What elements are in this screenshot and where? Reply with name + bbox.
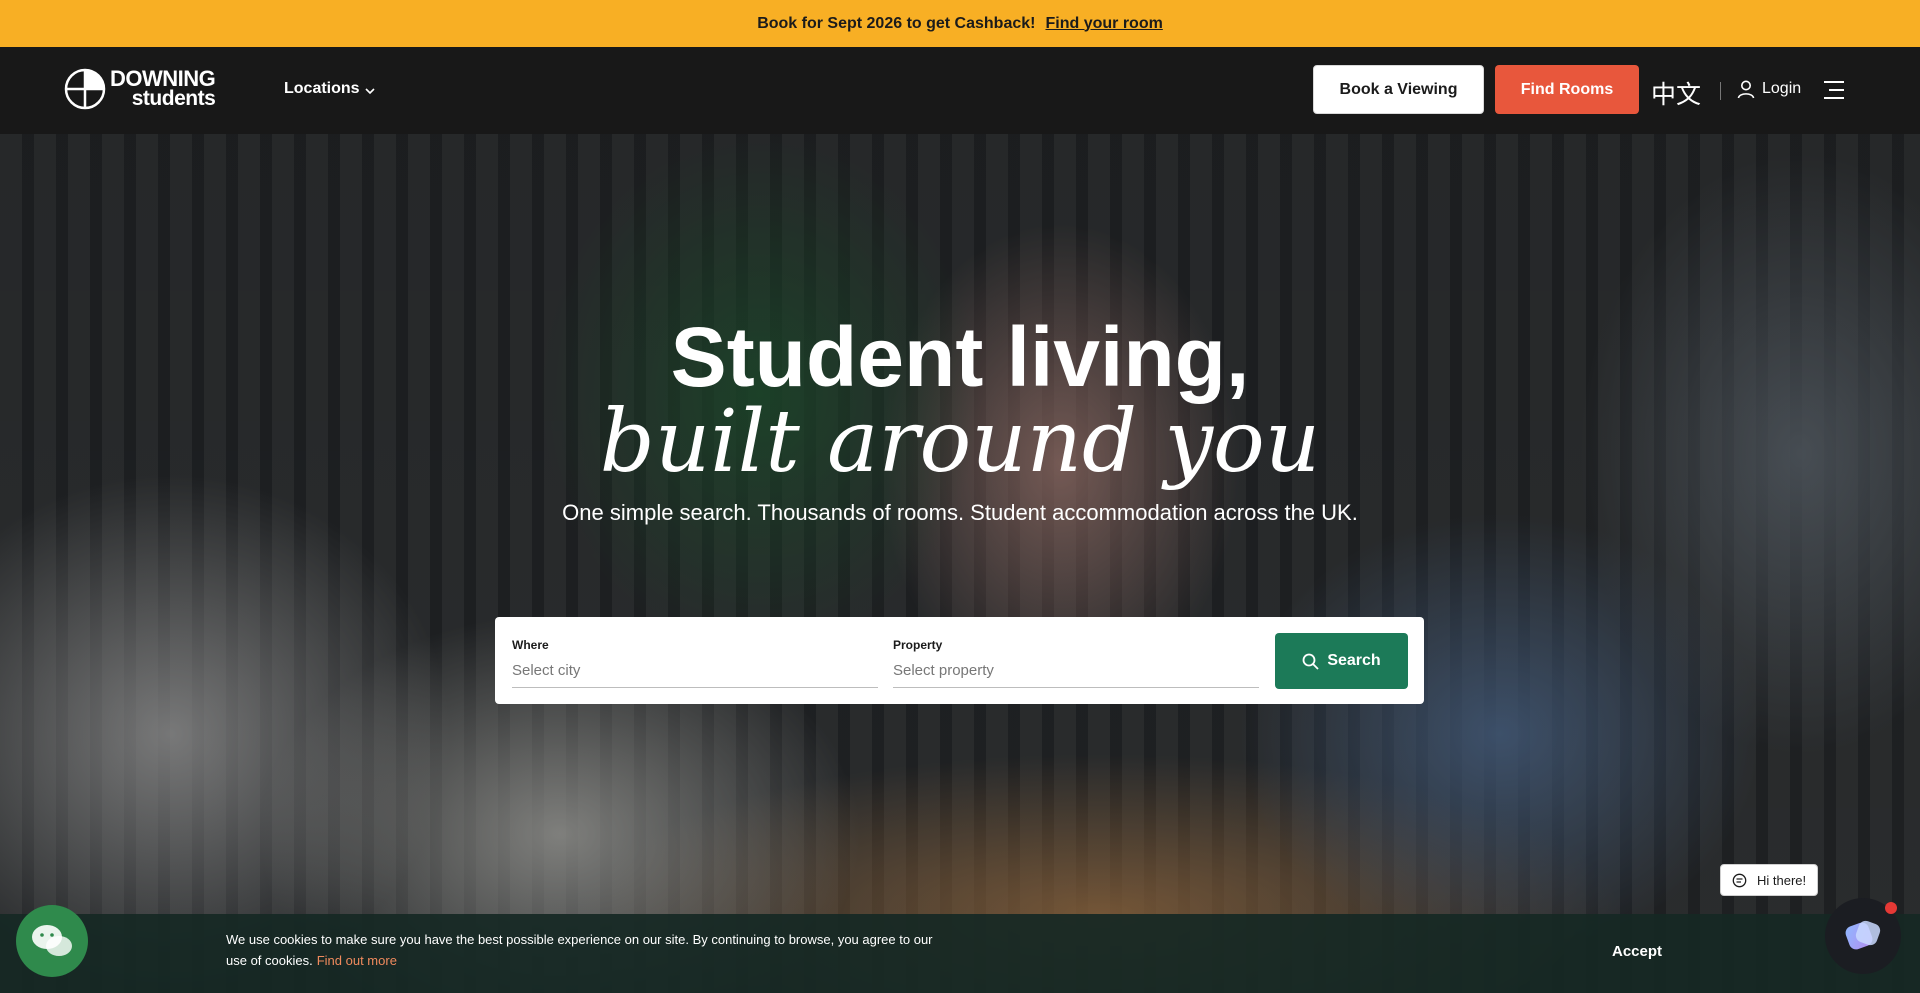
promo-text: Book for Sept 2026 to get Cashback! [757,14,1036,32]
login-label: Login [1762,80,1802,97]
property-field-group: Property [893,638,1259,688]
promo-bar: Book for Sept 2026 to get Cashback! Find… [0,0,1920,47]
chat-greeting-bubble[interactable]: Hi there! [1720,864,1819,896]
language-switch[interactable]: 中文 [1651,75,1701,111]
city-select-input[interactable] [512,658,878,688]
chat-launcher-button[interactable] [1825,898,1901,974]
search-button-label: Search [1327,652,1381,669]
notification-dot [1885,902,1897,914]
wechat-icon [32,925,72,956]
locations-menu[interactable]: Locations [284,80,375,98]
site-header: DOWNING students Locations Book a Viewin… [0,47,1920,134]
logo-wordmark: DOWNING students [110,66,216,110]
where-field-group: Where [512,638,878,688]
wechat-button[interactable] [16,905,88,977]
chat-bubble-icon [1732,873,1747,887]
promo-link[interactable]: Find your room [1045,15,1162,33]
search-icon [1302,653,1319,670]
hamburger-menu-icon[interactable] [1822,80,1846,100]
search-panel: Where Property Search [495,617,1424,704]
login-link[interactable]: Login [1736,79,1801,99]
logo-line1: DOWNING [110,66,216,91]
logo-mark-icon [64,68,106,110]
property-select-input[interactable] [893,658,1259,688]
chat-assistant-icon [1845,920,1881,950]
locations-label: Locations [284,80,360,97]
book-viewing-button[interactable]: Book a Viewing [1313,65,1484,114]
find-rooms-button[interactable]: Find Rooms [1495,65,1639,114]
chevron-down-icon [364,87,375,94]
logo-line2: students [131,87,216,110]
cookie-banner: We use cookies to make sure you have the… [0,914,1920,993]
logo[interactable]: DOWNING students [64,66,216,110]
cookie-more-link[interactable]: Find out more [317,953,397,968]
hero-title-italic: built around you [599,392,1321,492]
cookie-accept-button[interactable]: Accept [1612,943,1662,960]
user-icon [1737,80,1755,99]
search-button[interactable]: Search [1275,633,1408,689]
property-label: Property [893,638,943,652]
where-label: Where [512,638,549,652]
cookie-text-block: We use cookies to make sure you have the… [226,929,946,971]
chat-greeting-text: Hi there! [1757,872,1807,888]
hero-section: Student living, built around you One sim… [0,134,1920,993]
hero-subtitle: One simple search. Thousands of rooms. S… [562,500,1358,525]
nav-divider [1720,82,1721,100]
